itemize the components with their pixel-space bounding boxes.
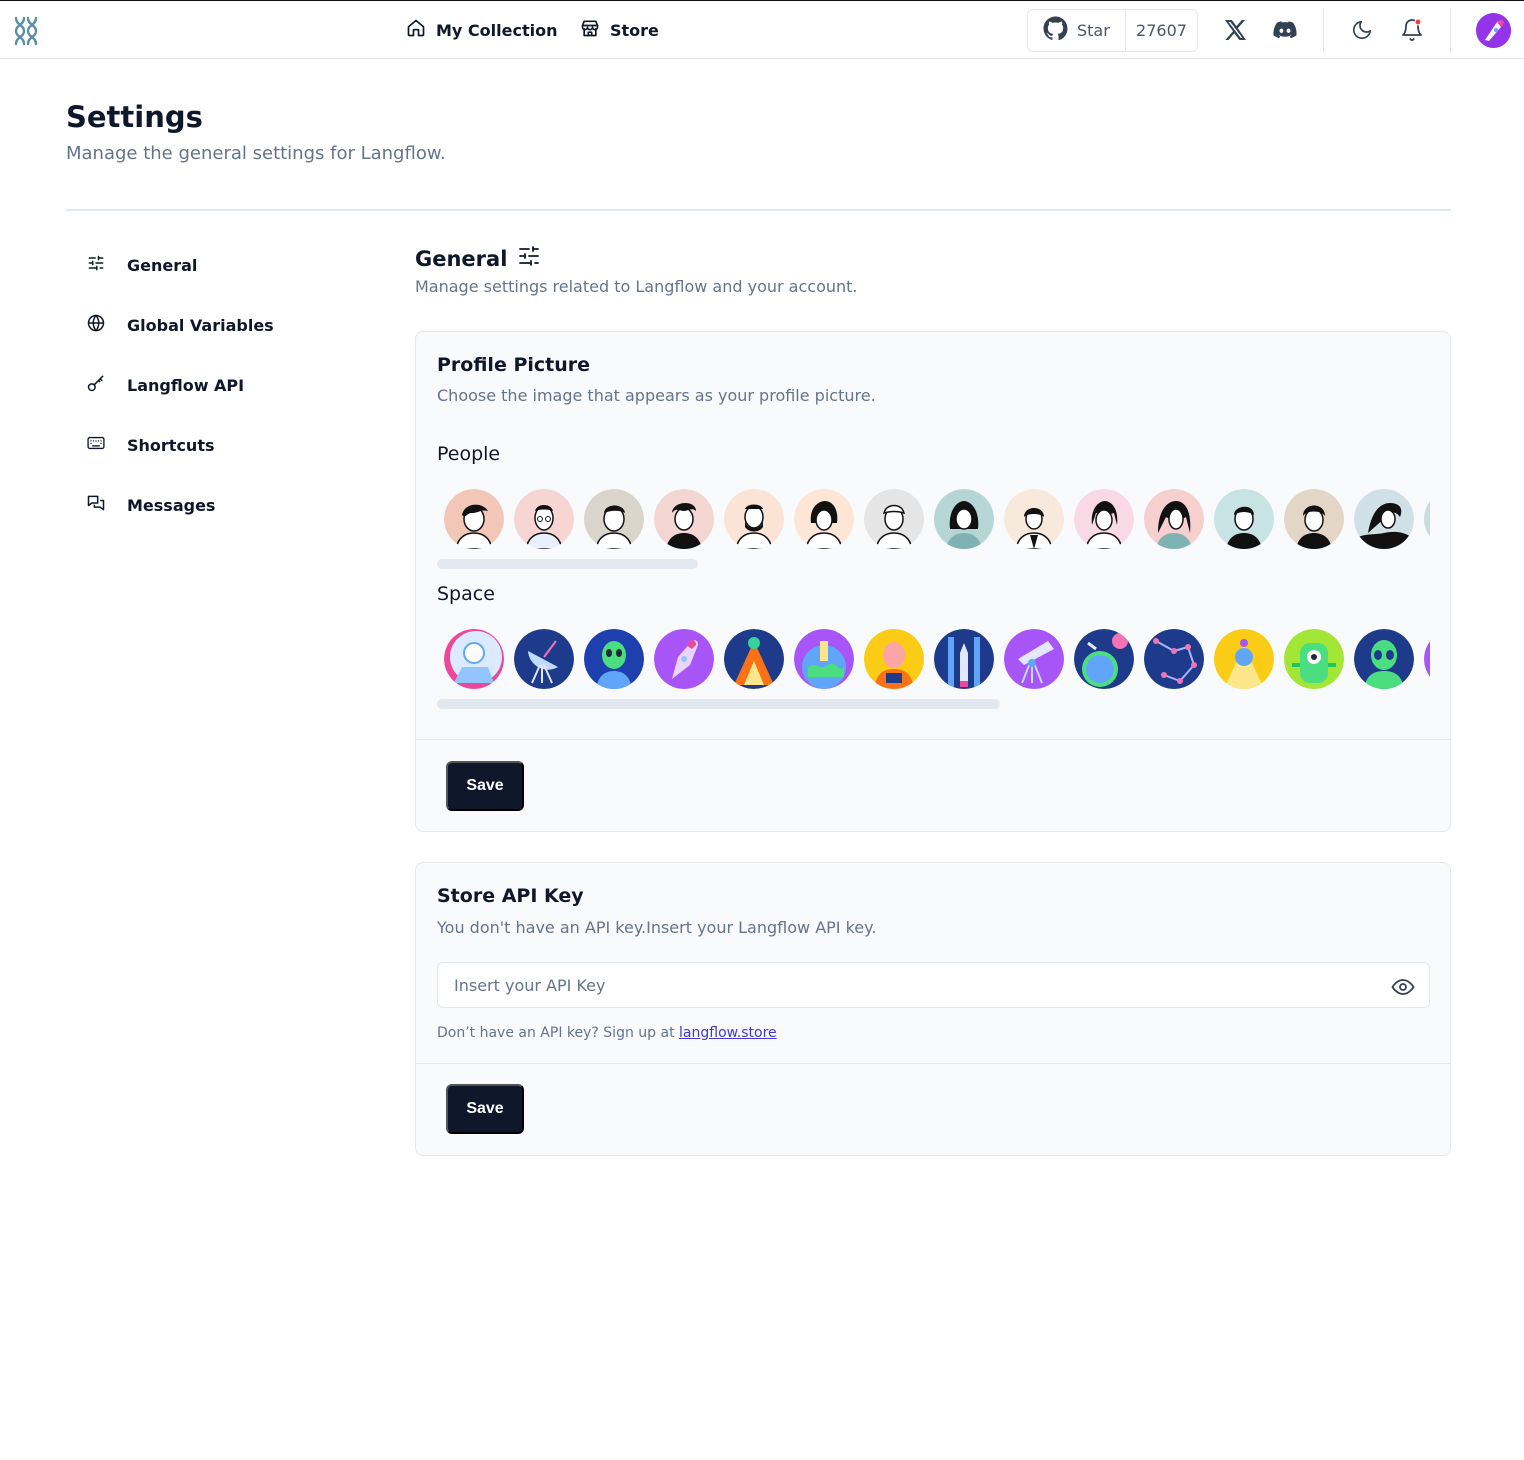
page-divider — [66, 209, 1451, 211]
sidebar-item-general[interactable]: General — [86, 253, 197, 277]
profile-picture-title: Profile Picture — [437, 354, 591, 376]
key-icon — [86, 373, 106, 397]
avatar-option-space-1[interactable] — [444, 629, 504, 689]
people-avatar-row[interactable] — [444, 489, 1430, 551]
save-profile-picture-button[interactable]: Save — [446, 761, 524, 811]
avatar-option-space-6[interactable] — [794, 629, 854, 689]
messages-icon — [86, 493, 106, 517]
avatar-option-people-2[interactable] — [514, 489, 574, 549]
avatar-option-people-9[interactable] — [1004, 489, 1064, 549]
avatar-option-space-4[interactable] — [654, 629, 714, 689]
sidebar-item-label: Messages — [127, 495, 216, 515]
eye-icon[interactable] — [1391, 975, 1415, 999]
general-subtitle: Manage settings related to Langflow and … — [415, 277, 858, 296]
sliders-icon — [517, 244, 541, 273]
sidebar-item-label: Langflow API — [127, 375, 245, 395]
api-key-input[interactable] — [439, 964, 1369, 1006]
sidebar-item-shortcuts[interactable]: Shortcuts — [86, 433, 215, 457]
sidebar-item-global-variables[interactable]: Global Variables — [86, 313, 274, 337]
keyboard-icon — [86, 433, 106, 457]
sidebar-item-label: Shortcuts — [127, 435, 215, 455]
avatar-option-people-3[interactable] — [584, 489, 644, 549]
langflow-store-link[interactable]: langflow.store — [679, 1025, 777, 1041]
avatar-option-space-5[interactable] — [724, 629, 784, 689]
avatar-option-people-4[interactable] — [654, 489, 714, 549]
header-divider — [1450, 8, 1451, 53]
sidebar-item-label: General — [127, 255, 198, 275]
avatar-option-space-8[interactable] — [934, 629, 994, 689]
avatar-option-people-8[interactable] — [934, 489, 994, 549]
home-icon — [406, 18, 426, 42]
sidebar-item-label: Global Variables — [127, 315, 274, 335]
avatar-option-people-7[interactable] — [864, 489, 924, 549]
avatar-option-people-14[interactable] — [1354, 489, 1414, 549]
logo-icon[interactable] — [10, 15, 40, 47]
api-key-hint: Don’t have an API key? Sign up at langfl… — [437, 1025, 777, 1041]
store-icon — [580, 18, 600, 42]
nav-my-collection-label: My Collection — [436, 20, 558, 40]
avatar-option-space-11[interactable] — [1144, 629, 1204, 689]
space-scrollbar[interactable] — [437, 699, 1000, 709]
nav-store-label: Store — [610, 20, 659, 40]
x-icon[interactable] — [1222, 17, 1248, 43]
sidebar-item-messages[interactable]: Messages — [86, 493, 215, 517]
profile-picture-subtitle: Choose the image that appears as your pr… — [437, 386, 876, 405]
store-api-key-card: Store API Key You don't have an API key.… — [415, 862, 1451, 1156]
general-title-label: General — [415, 246, 508, 271]
github-star-label: Star — [1077, 21, 1110, 40]
card-footer-divider — [416, 739, 1450, 740]
page-title: Settings — [66, 100, 203, 134]
general-title: General — [415, 244, 541, 273]
bell-icon[interactable] — [1399, 17, 1425, 43]
avatar-option-space-7[interactable] — [864, 629, 924, 689]
avatar-option-space-2[interactable] — [514, 629, 574, 689]
github-star-button[interactable]: Star 27607 — [1027, 9, 1198, 52]
moon-icon[interactable] — [1349, 17, 1375, 43]
avatar-option-people-11[interactable] — [1144, 489, 1204, 549]
avatar-option-people-12[interactable] — [1214, 489, 1274, 549]
sidebar-item-langflow-api[interactable]: Langflow API — [86, 373, 244, 397]
sliders-icon — [86, 253, 106, 277]
page-subtitle: Manage the general settings for Langflow… — [66, 143, 446, 164]
avatar-option-people-6[interactable] — [794, 489, 854, 549]
space-avatar-row[interactable] — [444, 629, 1430, 691]
avatar-option-space-15[interactable] — [1424, 629, 1430, 689]
avatar-option-people-15[interactable] — [1424, 489, 1430, 549]
avatar-option-people-10[interactable] — [1074, 489, 1134, 549]
space-group-label: Space — [437, 583, 495, 605]
avatar-option-people-1[interactable] — [444, 489, 504, 549]
top-header: My Collection Store Star 27607 — [0, 0, 1524, 59]
header-divider — [1323, 8, 1324, 53]
user-avatar[interactable] — [1476, 13, 1511, 48]
avatar-option-people-5[interactable] — [724, 489, 784, 549]
avatar-option-people-13[interactable] — [1284, 489, 1344, 549]
profile-picture-card: Profile Picture Choose the image that ap… — [415, 331, 1451, 832]
github-star[interactable]: Star — [1028, 10, 1126, 51]
card-footer-divider — [416, 1063, 1450, 1064]
github-icon — [1043, 16, 1068, 45]
avatar-option-space-12[interactable] — [1214, 629, 1274, 689]
github-star-count: 27607 — [1136, 21, 1187, 40]
nav-my-collection[interactable]: My Collection — [406, 18, 557, 42]
people-scrollbar[interactable] — [437, 559, 698, 569]
api-key-field[interactable] — [437, 962, 1430, 1008]
nav-store[interactable]: Store — [580, 18, 659, 42]
save-api-key-button[interactable]: Save — [446, 1084, 524, 1134]
discord-icon[interactable] — [1272, 17, 1298, 43]
avatar-option-space-10[interactable] — [1074, 629, 1134, 689]
avatar-option-space-14[interactable] — [1354, 629, 1414, 689]
people-group-label: People — [437, 443, 501, 465]
globe-icon — [86, 313, 106, 337]
avatar-option-space-3[interactable] — [584, 629, 644, 689]
api-key-hint-text: Don’t have an API key? Sign up at — [437, 1025, 675, 1041]
avatar-option-space-9[interactable] — [1004, 629, 1064, 689]
avatar-option-space-13[interactable] — [1284, 629, 1344, 689]
store-api-key-title: Store API Key — [437, 885, 584, 907]
store-api-key-subtitle: You don't have an API key.Insert your La… — [437, 918, 877, 937]
